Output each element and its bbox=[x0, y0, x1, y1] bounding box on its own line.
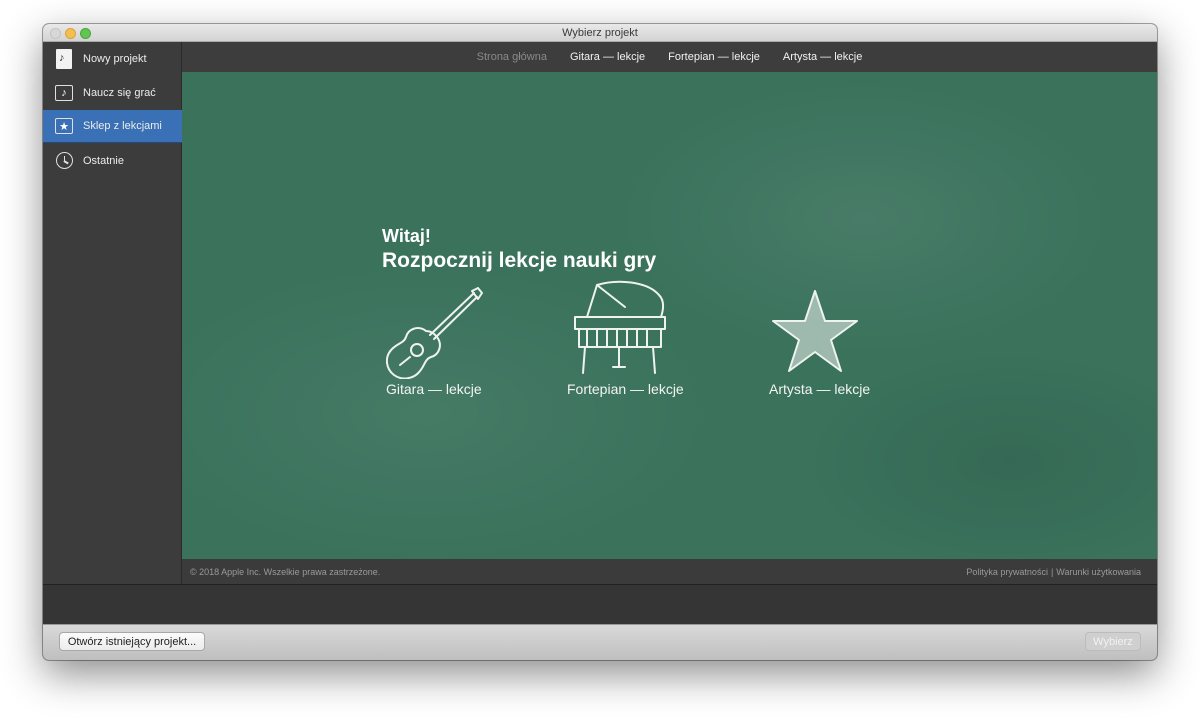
store-footer: © 2018 Apple Inc. Wszelkie prawa zastrze… bbox=[182, 559, 1157, 584]
hero-greeting: Witaj! bbox=[382, 226, 431, 246]
clock-icon bbox=[55, 152, 73, 170]
lesson-artist-label: Artysta — lekcje bbox=[769, 381, 871, 397]
sidebar-item-label: Sklep z lekcjami bbox=[83, 120, 162, 132]
sidebar-item-learn-to-play[interactable]: ♪ Naucz się grać bbox=[43, 76, 182, 109]
tab-home[interactable]: Strona główna bbox=[477, 51, 547, 63]
footer-separator: | bbox=[1050, 566, 1054, 577]
tab-artist-lessons[interactable]: Artysta — lekcje bbox=[783, 51, 862, 63]
chalkboard-hero: Witaj! Rozpocznij lekcje nauki gry Gitar… bbox=[182, 72, 1157, 559]
privacy-link[interactable]: Polityka prywatności bbox=[966, 567, 1048, 577]
star-icon bbox=[772, 290, 858, 372]
close-window-button[interactable] bbox=[50, 28, 61, 39]
open-existing-project-button[interactable]: Otwórz istniejący projekt... bbox=[59, 632, 205, 651]
copyright-text: © 2018 Apple Inc. Wszelkie prawa zastrze… bbox=[190, 566, 381, 577]
star-icon: ★ bbox=[55, 117, 73, 135]
zoom-window-button[interactable] bbox=[80, 28, 91, 39]
lesson-piano[interactable]: Fortepian — lekcje bbox=[567, 277, 684, 397]
title-bar: Wybierz projekt bbox=[43, 24, 1157, 42]
sidebar-item-label: Ostatnie bbox=[83, 154, 124, 167]
sidebar: Nowy projekt ♪ Naucz się grać ★ Sklep z … bbox=[43, 42, 182, 584]
sidebar-item-new-project[interactable]: Nowy projekt bbox=[43, 42, 182, 75]
sidebar-item-label: Nowy projekt bbox=[83, 52, 147, 65]
guitar-icon bbox=[386, 287, 483, 379]
hero-heading: Witaj! Rozpocznij lekcje nauki gry bbox=[382, 226, 656, 273]
lesson-guitar[interactable]: Gitara — lekcje bbox=[386, 287, 486, 397]
lesson-artist[interactable]: Artysta — lekcje bbox=[769, 287, 870, 397]
hero-headline: Rozpocznij lekcje nauki gry bbox=[382, 249, 657, 272]
sidebar-item-lesson-store[interactable]: ★ Sklep z lekcjami bbox=[43, 110, 182, 143]
project-chooser-window: Wybierz projekt Nowy projekt ♪ Naucz się… bbox=[43, 24, 1157, 660]
lesson-guitar-label: Gitara — lekcje bbox=[386, 381, 482, 397]
piano-icon bbox=[574, 280, 666, 374]
new-project-icon bbox=[55, 48, 73, 69]
tab-guitar-lessons[interactable]: Gitara — lekcje bbox=[570, 51, 645, 63]
sidebar-item-label: Naucz się grać bbox=[83, 86, 156, 99]
music-note-icon: ♪ bbox=[55, 84, 73, 102]
choose-button[interactable]: Wybierz bbox=[1085, 632, 1141, 651]
window-title: Wybierz projekt bbox=[562, 27, 638, 39]
lesson-piano-label: Fortepian — lekcje bbox=[567, 381, 684, 397]
details-pane bbox=[43, 584, 1157, 624]
sidebar-item-recent[interactable]: Ostatnie bbox=[43, 144, 182, 177]
store-nav-bar: Strona główna Gitara — lekcje Fortepian … bbox=[182, 42, 1157, 72]
footer-links: Polityka prywatności | Warunki użytkowan… bbox=[966, 567, 1141, 577]
tab-piano-lessons[interactable]: Fortepian — lekcje bbox=[668, 51, 760, 63]
minimize-window-button[interactable] bbox=[65, 28, 76, 39]
terms-link[interactable]: Warunki użytkowania bbox=[1056, 567, 1141, 577]
bottom-toolbar: Otwórz istniejący projekt... Wybierz bbox=[43, 624, 1157, 660]
